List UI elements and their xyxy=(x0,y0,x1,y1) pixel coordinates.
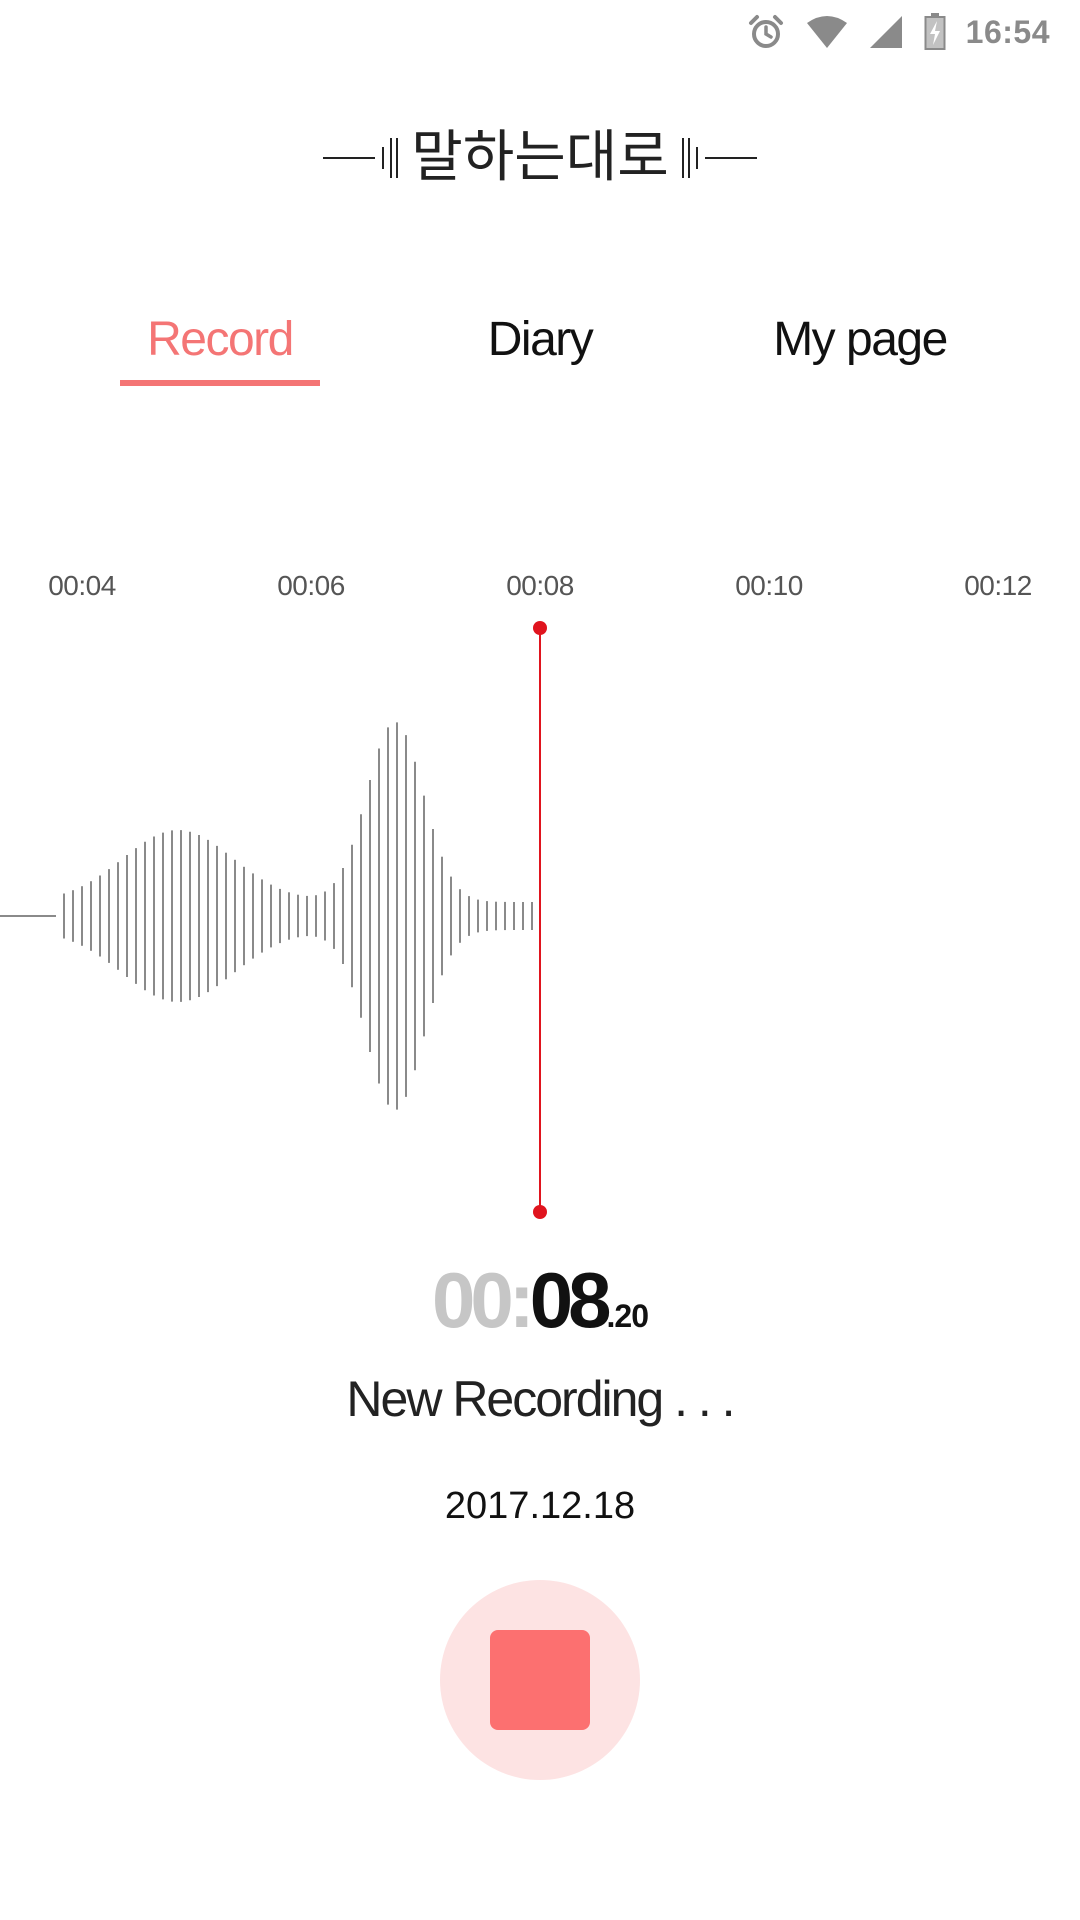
waveform-bars xyxy=(63,722,533,1110)
tab-record[interactable]: Record xyxy=(120,300,320,390)
app-title-text: 말하는대로 xyxy=(411,125,669,190)
stop-record-button[interactable] xyxy=(440,1580,640,1780)
title-ornament-right-icon xyxy=(679,133,757,183)
title-ornament-left-icon xyxy=(323,133,401,183)
timer-minutes: 00: xyxy=(432,1256,535,1344)
tab-diary[interactable]: Diary xyxy=(440,300,640,390)
alarm-icon xyxy=(746,12,786,52)
waveform[interactable] xyxy=(0,600,1080,1260)
timer-fraction: .20 xyxy=(606,1298,649,1334)
elapsed-timer: 00:08.20 xyxy=(0,1255,1080,1346)
recording-date: 2017.12.18 xyxy=(444,1485,636,1527)
timeline-tick-label: 00:04 xyxy=(48,570,116,601)
stop-icon xyxy=(490,1630,590,1730)
wifi-icon xyxy=(806,15,848,49)
timer-seconds: 08 xyxy=(529,1256,612,1344)
playhead[interactable] xyxy=(533,621,547,1219)
status-time: 16:54 xyxy=(965,13,1050,50)
timeline-tick-label: 00:08 xyxy=(506,570,574,601)
timeline-tick-label: 00:12 xyxy=(964,570,1032,601)
battery-charging-icon xyxy=(924,13,946,51)
active-tab-indicator xyxy=(120,380,320,386)
recording-name: New Recording . . . xyxy=(346,1371,735,1427)
playhead-top-handle[interactable] xyxy=(533,621,547,635)
timeline-tick-label: 00:06 xyxy=(277,570,345,601)
timeline-tick-label: 00:10 xyxy=(735,570,803,601)
cell-signal-icon xyxy=(868,14,904,50)
app-title: 말하는대로 xyxy=(0,118,1080,198)
tab-my-page[interactable]: My page xyxy=(740,300,980,390)
status-bar: 16:54 xyxy=(0,0,1080,64)
status-icons: 16:54 xyxy=(746,10,1050,54)
playhead-bottom-handle[interactable] xyxy=(533,1205,547,1219)
